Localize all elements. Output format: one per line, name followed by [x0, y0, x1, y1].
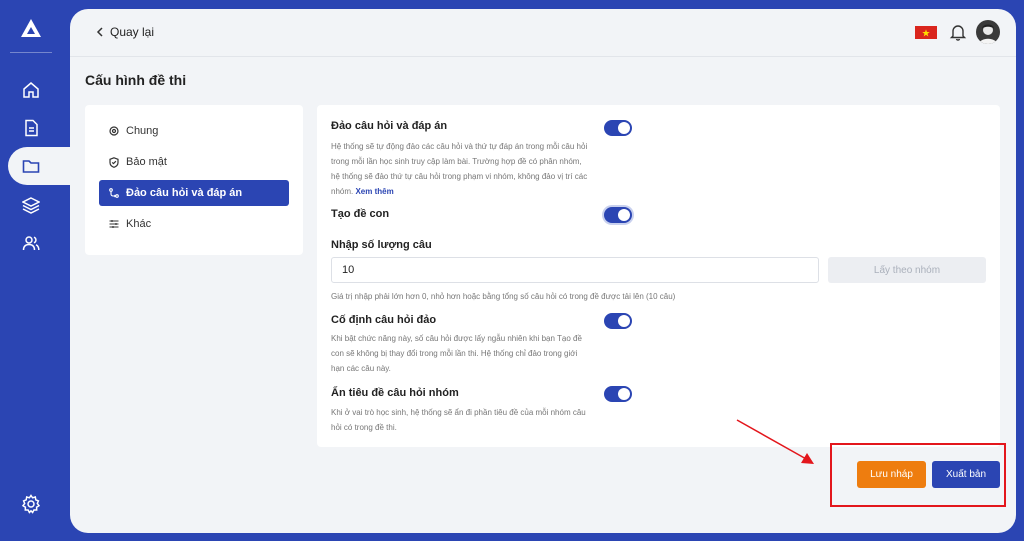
chevron-left-icon — [96, 27, 103, 37]
back-button[interactable]: Quay lại — [96, 25, 154, 39]
page-title: Cấu hình đề thi — [85, 72, 187, 88]
layers-icon[interactable] — [20, 194, 42, 216]
rail-divider — [10, 52, 52, 53]
hide-group-title-description: Khi ở vai trò học sinh, hệ thống sẽ ẩn đ… — [331, 408, 586, 432]
quantity-input[interactable]: 10 — [331, 257, 819, 283]
settings-content: Đảo câu hỏi và đáp án Hệ thống sẽ tự độn… — [317, 105, 1000, 447]
gear-icon[interactable] — [21, 494, 41, 514]
toggle-knob — [618, 209, 630, 221]
fixed-shuffle-title: Cố định câu hỏi đảo — [331, 314, 437, 326]
user-avatar[interactable] — [976, 20, 1000, 44]
fixed-shuffle-description: Khi bật chức năng này, số câu hỏi được l… — [331, 334, 582, 373]
quantity-hint: Giá trị nhập phải lớn hơn 0, nhỏ hơn hoặ… — [331, 292, 676, 301]
sub-exam-toggle[interactable] — [604, 207, 632, 223]
vietnam-flag-icon[interactable] — [915, 26, 937, 39]
hide-group-title-toggle[interactable] — [604, 386, 632, 402]
sub-exam-title: Tạo đề con — [331, 208, 390, 220]
sidebar-rail — [0, 0, 74, 541]
users-icon[interactable] — [20, 232, 42, 254]
shuffle-description: Hệ thống sẽ tự động đảo các câu hỏi và t… — [331, 139, 591, 199]
nav-item-general[interactable]: Chung — [99, 118, 289, 144]
nav-item-security[interactable]: Bảo mật — [99, 149, 289, 175]
shuffle-toggle[interactable] — [604, 120, 632, 136]
save-draft-button[interactable]: Lưu nháp — [857, 461, 926, 488]
back-label: Quay lại — [110, 25, 155, 39]
fetch-by-group-button[interactable]: Lấy theo nhóm — [828, 257, 986, 283]
document-icon[interactable] — [20, 117, 42, 139]
nav-item-label: Đảo câu hỏi và đáp án — [126, 187, 243, 199]
see-more-link[interactable]: Xem thêm — [355, 187, 393, 196]
nav-item-shuffle[interactable]: Đảo câu hỏi và đáp án — [99, 180, 289, 206]
shield-icon — [109, 156, 119, 168]
toggle-knob — [618, 388, 630, 400]
publish-button[interactable]: Xuất bản — [932, 461, 1000, 488]
main-panel: Quay lại Cấu hình đề thi Chung Bảo mật Đ… — [70, 9, 1016, 533]
toggle-knob — [618, 315, 630, 327]
hide-group-title-title: Ẩn tiêu đề câu hỏi nhóm — [331, 387, 459, 399]
nav-item-other[interactable]: Khác — [99, 211, 289, 237]
toggle-knob — [618, 122, 630, 134]
folder-icon[interactable] — [20, 155, 42, 177]
quantity-label: Nhập số lượng câu — [331, 239, 432, 251]
general-icon — [109, 126, 119, 136]
nav-item-label: Bảo mật — [126, 156, 167, 168]
bell-icon[interactable] — [949, 23, 967, 41]
shuffle-icon — [109, 188, 119, 198]
fixed-shuffle-toggle[interactable] — [604, 313, 632, 329]
shuffle-title: Đảo câu hỏi và đáp án — [331, 120, 448, 132]
triangle-logo-icon[interactable] — [20, 18, 42, 38]
nav-item-label: Khác — [126, 218, 152, 230]
settings-nav: Chung Bảo mật Đảo câu hỏi và đáp án Khác — [85, 105, 303, 255]
sliders-icon — [109, 219, 119, 229]
nav-item-label: Chung — [126, 125, 159, 137]
top-bar: Quay lại — [70, 9, 1016, 57]
home-icon[interactable] — [20, 79, 42, 101]
